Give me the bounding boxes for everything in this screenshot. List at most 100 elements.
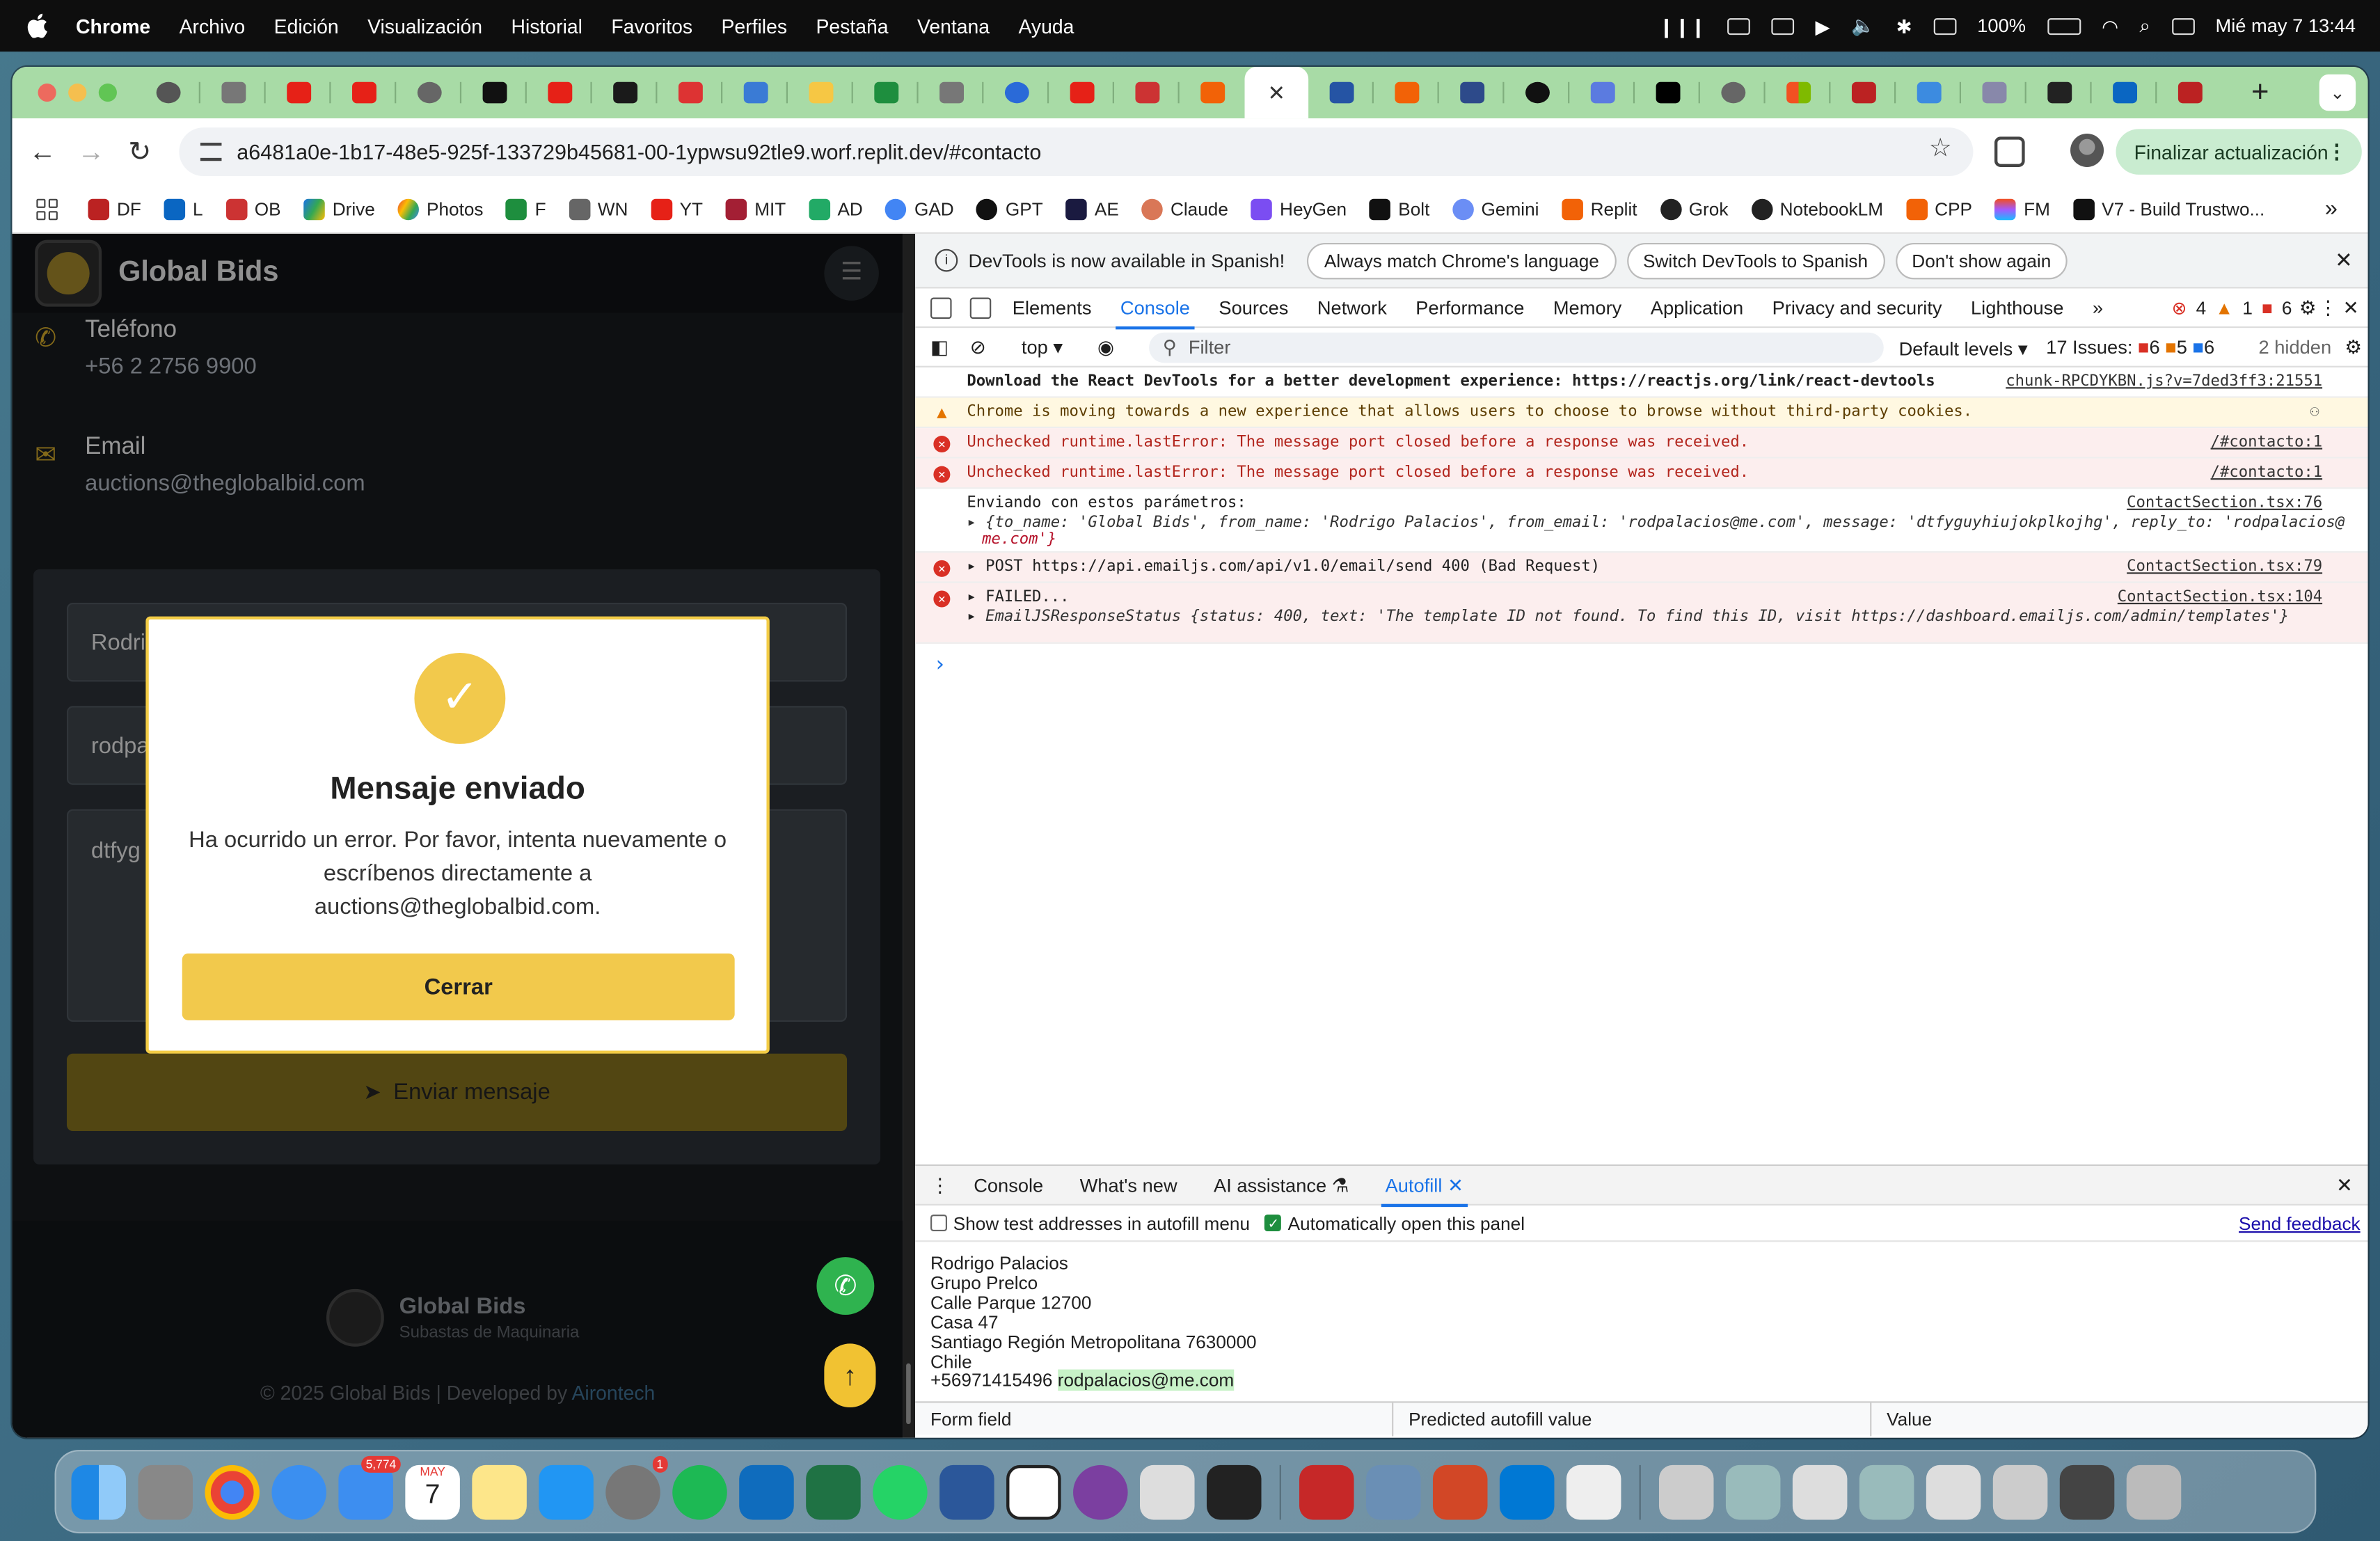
bookmark[interactable]: AE [1065, 198, 1119, 220]
dont-show-again-button[interactable]: Don't show again [1895, 242, 2068, 279]
app-icon[interactable] [1206, 1464, 1262, 1519]
tab[interactable] [2157, 67, 2222, 118]
play-icon[interactable]: ▶ [1816, 15, 1830, 38]
control-center-icon[interactable] [2171, 17, 2194, 35]
expand-arrow-icon[interactable]: ▸ [967, 514, 976, 531]
iphone-mirroring-icon[interactable] [1140, 1464, 1195, 1519]
tab-elements[interactable]: Elements [1013, 297, 1092, 318]
emailjs-api-link[interactable]: https://api.emailjs.com/api/v1.0/email/s… [1032, 559, 1432, 576]
more-vertical-icon[interactable]: ⋮ [2327, 140, 2347, 164]
bookmark-star-icon[interactable]: ☆ [1929, 134, 1952, 164]
bookmark[interactable]: MIT [725, 198, 786, 220]
close-tab-icon[interactable]: ✕ [1268, 80, 1286, 106]
bookmark[interactable]: Replit [1562, 198, 1637, 220]
menu-pestana[interactable]: Pestaña [816, 15, 888, 38]
whatsapp-icon[interactable]: ✆ [816, 1257, 875, 1315]
volume-icon[interactable]: 🔈 [1851, 15, 1875, 38]
folder-stack-icon[interactable] [1725, 1464, 1781, 1519]
close-infobar-icon[interactable]: ✕ [2335, 248, 2353, 274]
launchpad-icon[interactable] [138, 1464, 193, 1519]
tab[interactable] [1504, 67, 1570, 118]
preview-icon[interactable] [1366, 1464, 1421, 1519]
context-selector[interactable]: top ▾ [1022, 335, 1063, 358]
more-bookmarks-icon[interactable]: » [2325, 196, 2338, 221]
tab-active[interactable]: ✕ [1244, 66, 1309, 119]
tab[interactable] [266, 67, 331, 118]
expand-arrow-icon[interactable]: ▸ [967, 589, 976, 606]
log-source[interactable]: ContactSection.tsx:79 [2127, 559, 2322, 576]
wifi-icon[interactable]: ◠ [2102, 15, 2118, 38]
settings-gear-icon[interactable]: ⚙ [2299, 296, 2316, 319]
tab[interactable] [2026, 67, 2092, 118]
bookmark[interactable]: Gemini [1452, 198, 1539, 220]
screenshot-icon[interactable] [2059, 1464, 2115, 1519]
url-text[interactable]: a6481a0e-1b17-48e5-925f-133729b45681-00-… [237, 140, 1041, 164]
emailjs-status-object[interactable]: ▸ EmailJSResponseStatus {status: 400, te… [967, 609, 2289, 626]
drawer-tab-console[interactable]: Console [974, 1174, 1043, 1196]
tab[interactable] [1700, 67, 1766, 118]
profile-avatar[interactable] [2070, 133, 2104, 167]
keyboard-icon[interactable] [1933, 17, 1956, 35]
system-settings-icon[interactable]: 1 [605, 1455, 668, 1519]
bookmark[interactable]: Drive [303, 198, 375, 220]
menu-app-name[interactable]: Chrome [76, 15, 150, 38]
tab[interactable] [200, 67, 266, 118]
drive-icon[interactable] [1771, 17, 1795, 35]
battery-icon[interactable] [2047, 17, 2081, 35]
folder-stack-icon[interactable] [1859, 1464, 1914, 1519]
site-settings-icon[interactable] [200, 143, 222, 161]
bookmark[interactable]: GPT [976, 198, 1043, 220]
tab[interactable] [331, 67, 397, 118]
tab[interactable] [1439, 67, 1505, 118]
tab[interactable] [135, 67, 200, 118]
tab[interactable] [1114, 67, 1180, 118]
powerpoint-icon[interactable] [1432, 1464, 1488, 1519]
clear-console-icon[interactable]: ⊘ [970, 335, 986, 358]
vscode-icon[interactable] [1499, 1464, 1555, 1519]
log-source[interactable]: /#contacto:1 [2211, 464, 2323, 481]
drawer-tab-whats-new[interactable]: What's new [1080, 1174, 1177, 1196]
calendar-app-icon[interactable] [1006, 1464, 1061, 1519]
expand-arrow-icon[interactable]: ▸ [967, 559, 976, 576]
tab[interactable] [396, 67, 462, 118]
log-source[interactable]: chunk-RPCDYKBN.js?v=7ded3ff3:21551 [2006, 374, 2322, 390]
tab[interactable] [788, 67, 853, 118]
menu-favoritos[interactable]: Favoritos [611, 15, 692, 38]
tab[interactable] [983, 67, 1049, 118]
keynote-icon[interactable] [539, 1464, 594, 1519]
textedit-icon[interactable] [1566, 1464, 1621, 1519]
device-toolbar-icon[interactable] [969, 297, 992, 318]
word-icon[interactable] [939, 1464, 994, 1519]
tab[interactable] [1961, 67, 2026, 118]
document-icon[interactable] [1992, 1464, 2048, 1519]
bookmark[interactable]: Photos [397, 198, 483, 220]
minimize-window-button[interactable] [68, 83, 87, 102]
extensions-icon[interactable] [1994, 136, 2025, 167]
menu-historial[interactable]: Historial [511, 15, 582, 38]
params-object[interactable]: ▸ {to_name: 'Global Bids', from_name: 'R… [967, 514, 2345, 548]
tab[interactable] [2092, 67, 2157, 118]
calendar-icon[interactable]: MAY 7 [405, 1464, 460, 1519]
forward-arrow-icon[interactable]: → [67, 136, 116, 168]
send-feedback-link[interactable]: Send feedback [2239, 1212, 2361, 1234]
bookmark[interactable]: WN [569, 198, 628, 220]
tab[interactable] [722, 67, 788, 118]
tab[interactable] [592, 67, 658, 118]
issues-link[interactable]: 17 Issues: ■6 ■5 ■6 [2046, 337, 2214, 358]
document-icon[interactable] [1792, 1464, 1848, 1519]
bookmark[interactable]: L [164, 198, 203, 220]
safari-icon[interactable] [271, 1464, 326, 1519]
tab-lighthouse[interactable]: Lighthouse [1971, 297, 2063, 318]
scroll-to-top-arrow-icon[interactable]: ↑ [824, 1343, 876, 1408]
tab[interactable] [853, 67, 919, 118]
bookmark[interactable]: Bolt [1369, 198, 1429, 220]
tab[interactable] [1896, 67, 1962, 118]
mail-icon[interactable]: 5,774 [338, 1455, 401, 1519]
address-bar[interactable]: a6481a0e-1b17-48e5-925f-133729b45681-00-… [179, 127, 1974, 177]
react-devtools-link[interactable]: https://reactjs.org/link/react-devtools [1572, 374, 1935, 390]
bookmark[interactable]: Claude [1141, 198, 1228, 220]
issue-counters[interactable]: ⊗ 4 ▲ 1 ■ 6 [2172, 297, 2292, 318]
tab[interactable] [1308, 67, 1374, 118]
log-source[interactable]: ContactSection.tsx:104 [2118, 589, 2322, 606]
inspect-element-icon[interactable] [930, 297, 952, 318]
